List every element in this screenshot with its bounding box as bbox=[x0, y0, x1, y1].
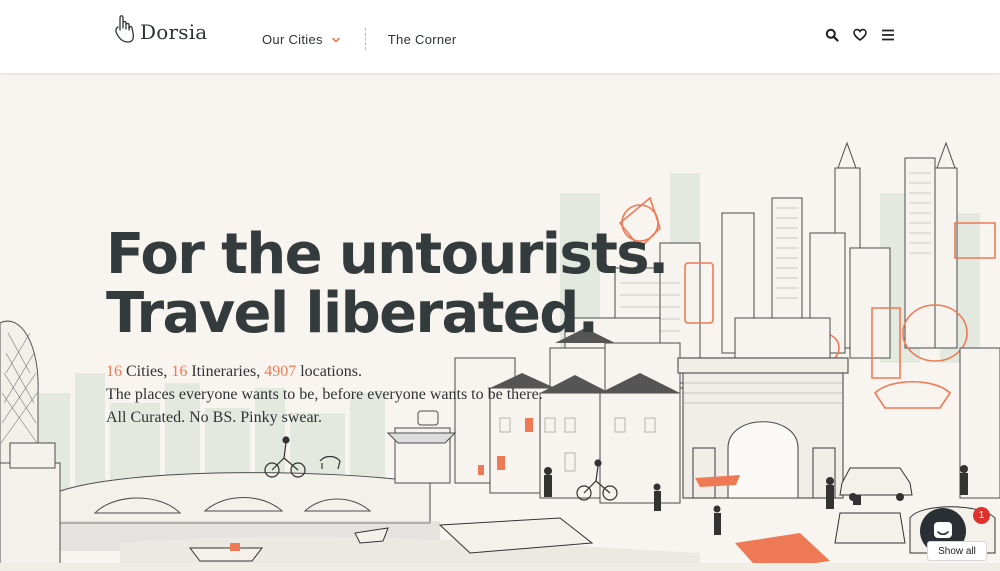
notification-badge: 1 bbox=[973, 507, 990, 524]
locations-label: locations. bbox=[296, 363, 362, 380]
cities-count: 16 bbox=[106, 363, 122, 380]
nav-our-cities[interactable]: Our Cities bbox=[262, 32, 341, 47]
chat-icon bbox=[934, 522, 952, 538]
favorites-button[interactable] bbox=[853, 28, 867, 42]
stats-line: 16 Cities, 16 Itineraries, 4907 location… bbox=[106, 360, 546, 383]
menu-button[interactable] bbox=[881, 28, 895, 42]
site-header: Dorsia Our Cities The Corner bbox=[0, 0, 1000, 73]
hero-headline: For the untourists. Travel liberated. bbox=[106, 222, 669, 346]
hero-description: 16 Cities, 16 Itineraries, 4907 location… bbox=[106, 360, 546, 429]
brand-name: Dorsia bbox=[140, 20, 208, 44]
heart-icon bbox=[853, 28, 867, 42]
cities-label: Cities, bbox=[122, 363, 172, 380]
itineraries-count: 16 bbox=[171, 363, 188, 380]
nav-the-corner[interactable]: The Corner bbox=[388, 32, 457, 47]
header-actions bbox=[825, 28, 895, 42]
main-nav: Our Cities The Corner bbox=[262, 28, 457, 50]
itineraries-label: Itineraries, bbox=[187, 363, 265, 380]
chevron-down-icon bbox=[331, 37, 340, 43]
hand-icon bbox=[115, 15, 134, 43]
nav-the-corner-label: The Corner bbox=[387, 31, 457, 47]
nav-our-cities-label: Our Cities bbox=[262, 31, 323, 47]
nav-divider bbox=[364, 28, 366, 50]
locations-count: 4907 bbox=[264, 363, 297, 380]
logo[interactable]: Dorsia bbox=[112, 14, 207, 46]
show-all-button[interactable]: Show all bbox=[927, 541, 987, 561]
headline-line-1: For the untourists. bbox=[106, 222, 669, 287]
search-button[interactable] bbox=[825, 28, 839, 42]
hero-tagline: The places everyone wants to be, before … bbox=[106, 386, 543, 426]
menu-icon bbox=[882, 29, 894, 41]
hero-section: For the untourists. Travel liberated. 16… bbox=[0, 73, 1000, 571]
headline-line-2: Travel liberated. bbox=[106, 281, 599, 346]
search-icon bbox=[825, 28, 839, 42]
